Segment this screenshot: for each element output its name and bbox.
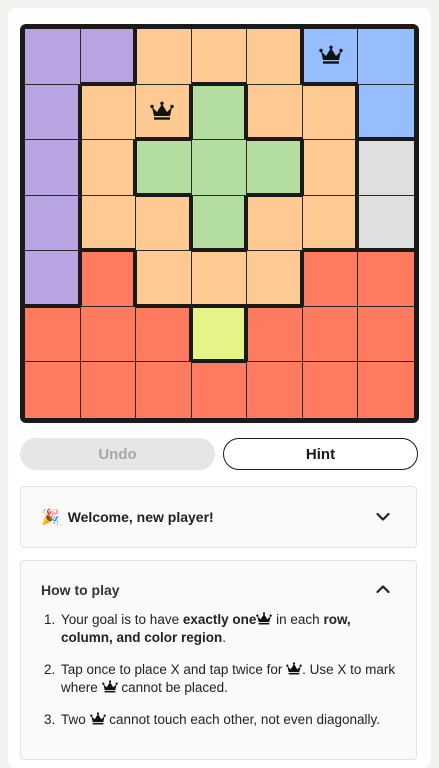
board-cell[interactable] [302, 195, 359, 252]
board-cell[interactable] [191, 140, 248, 196]
board-cell[interactable] [25, 362, 81, 418]
board-cell[interactable] [302, 29, 359, 85]
board-cell[interactable] [80, 306, 137, 363]
board-cell[interactable] [302, 306, 359, 363]
crown-icon [318, 45, 343, 65]
board-cell[interactable] [136, 140, 192, 196]
board-cell[interactable] [191, 362, 248, 418]
party-popper-icon: 🎉 [41, 509, 60, 526]
board-cell[interactable] [247, 140, 303, 196]
board-cell[interactable] [302, 362, 359, 418]
board-cell[interactable] [80, 29, 137, 85]
rules-list: Your goal is to have exactly one in each… [41, 611, 400, 743]
board-cell[interactable] [302, 84, 359, 141]
board-cell[interactable] [136, 29, 192, 85]
board-cell[interactable] [80, 251, 137, 307]
board-cell[interactable] [25, 195, 81, 252]
board-cell[interactable] [247, 362, 303, 418]
welcome-title: Welcome, new player! [67, 509, 214, 525]
board-cell[interactable] [25, 306, 81, 363]
board-cell[interactable] [247, 29, 303, 85]
game-board [20, 24, 419, 423]
crown-icon [101, 680, 118, 693]
welcome-panel[interactable]: 🎉 Welcome, new player! [20, 486, 417, 548]
chevron-down-icon[interactable] [376, 512, 390, 522]
board-cell[interactable] [302, 140, 359, 196]
board-cell[interactable] [247, 195, 303, 252]
board-cell[interactable] [247, 84, 303, 141]
chevron-up-icon[interactable] [376, 585, 390, 594]
rule-item: Two cannot touch each other, not even di… [59, 711, 400, 729]
undo-button[interactable]: Undo [20, 438, 215, 470]
board-cell[interactable] [191, 306, 248, 363]
board-cell[interactable] [25, 251, 81, 307]
rule-item: Your goal is to have exactly one in each… [59, 611, 400, 647]
board-cell[interactable] [25, 29, 81, 85]
board-cell[interactable] [358, 140, 414, 196]
crown-icon [89, 712, 106, 725]
board-cell[interactable] [25, 140, 81, 196]
board-cell[interactable] [80, 195, 137, 252]
board-cell[interactable] [302, 251, 359, 307]
board-cell[interactable] [136, 362, 192, 418]
rule-item: Tap once to place X and tap twice for . … [59, 661, 400, 697]
board-cell[interactable] [358, 29, 414, 85]
how-to-play-title[interactable]: How to play [41, 582, 120, 598]
board-cell[interactable] [136, 306, 192, 363]
board-cell[interactable] [25, 84, 81, 141]
welcome-header[interactable]: 🎉 Welcome, new player! [41, 487, 396, 547]
board-cell[interactable] [358, 84, 414, 141]
board-cell[interactable] [136, 84, 192, 141]
how-to-play-panel: How to play Your goal is to have exactly… [20, 560, 417, 760]
board-cell[interactable] [136, 195, 192, 252]
board-cell[interactable] [191, 84, 248, 141]
board-cell[interactable] [191, 251, 248, 307]
board-cell[interactable] [191, 29, 248, 85]
board-cell[interactable] [136, 251, 192, 307]
board-cell[interactable] [358, 306, 414, 363]
board-cell[interactable] [247, 251, 303, 307]
board-cell[interactable] [191, 195, 248, 252]
board-cell[interactable] [80, 140, 137, 196]
crown-icon [286, 662, 302, 675]
hint-button[interactable]: Hint [223, 438, 418, 470]
board-cell[interactable] [358, 251, 414, 307]
board-cell[interactable] [358, 195, 414, 252]
board-cell[interactable] [358, 362, 414, 418]
board-grid [25, 29, 414, 418]
board-cell[interactable] [80, 362, 137, 418]
crown-icon [150, 101, 175, 121]
crown-icon [256, 612, 273, 625]
board-cell[interactable] [247, 306, 303, 363]
board-cell[interactable] [80, 84, 137, 141]
